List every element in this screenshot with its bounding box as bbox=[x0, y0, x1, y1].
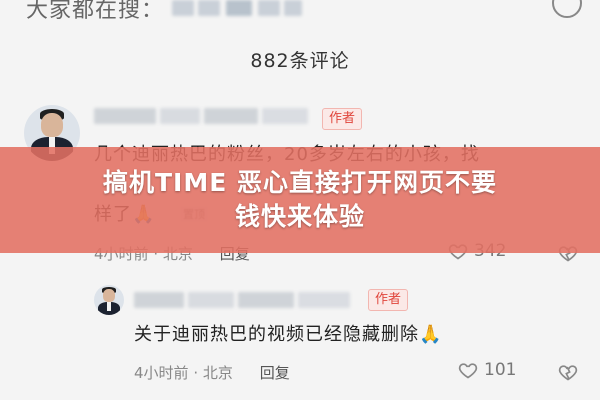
blurred-search-term bbox=[226, 0, 252, 16]
like-button[interactable]: 101 bbox=[458, 360, 516, 380]
search-hint-text: 大家都在搜： bbox=[26, 0, 165, 23]
reply-button[interactable]: 回复 bbox=[260, 362, 290, 383]
blurred-username[interactable] bbox=[134, 292, 184, 308]
banner-headline: 搞机TIME 恶心直接打开网页不要 bbox=[102, 168, 497, 197]
dislike-icon[interactable] bbox=[558, 362, 578, 382]
comment-location: 北京 bbox=[202, 364, 233, 382]
comment-text: 关于迪丽热巴的视频已经隐藏删除🙏 bbox=[134, 324, 443, 345]
author-tag: 作者 bbox=[368, 289, 409, 311]
blurred-search-term bbox=[284, 0, 302, 16]
meta-dot: · bbox=[193, 364, 199, 382]
author-tag: 作者 bbox=[322, 108, 363, 130]
blurred-username bbox=[160, 108, 200, 124]
avatar[interactable] bbox=[94, 285, 124, 315]
comment-time: 4小时前 bbox=[134, 364, 189, 382]
pray-emoji: 🙏 bbox=[419, 324, 443, 345]
blurred-username bbox=[238, 292, 294, 308]
blurred-username bbox=[298, 292, 350, 308]
blurred-username bbox=[204, 108, 258, 124]
blurred-username bbox=[188, 292, 234, 308]
blurred-username[interactable] bbox=[94, 108, 156, 124]
blurred-username bbox=[262, 108, 308, 124]
comment-meta: 4小时前 · 北京 回复 bbox=[134, 362, 290, 383]
search-strip[interactable]: 大家都在搜： bbox=[0, 0, 600, 26]
blurred-search-term bbox=[172, 0, 194, 16]
heart-icon bbox=[458, 363, 478, 379]
blurred-search-term bbox=[198, 0, 220, 16]
banner-subline: 钱快来体验 bbox=[234, 202, 365, 231]
close-icon[interactable] bbox=[552, 0, 582, 18]
comments-screen: 大家都在搜： 882条评论 作者 几个迪丽热巴的粉丝，20多岁左右的小孩，找 样… bbox=[0, 0, 600, 400]
like-count: 101 bbox=[484, 360, 517, 380]
promo-banner-overlay[interactable]: 搞机TIME 恶心直接打开网页不要 钱快来体验 bbox=[0, 147, 600, 253]
blurred-search-term bbox=[258, 0, 280, 16]
comment-count-title: 882条评论 bbox=[250, 50, 350, 72]
